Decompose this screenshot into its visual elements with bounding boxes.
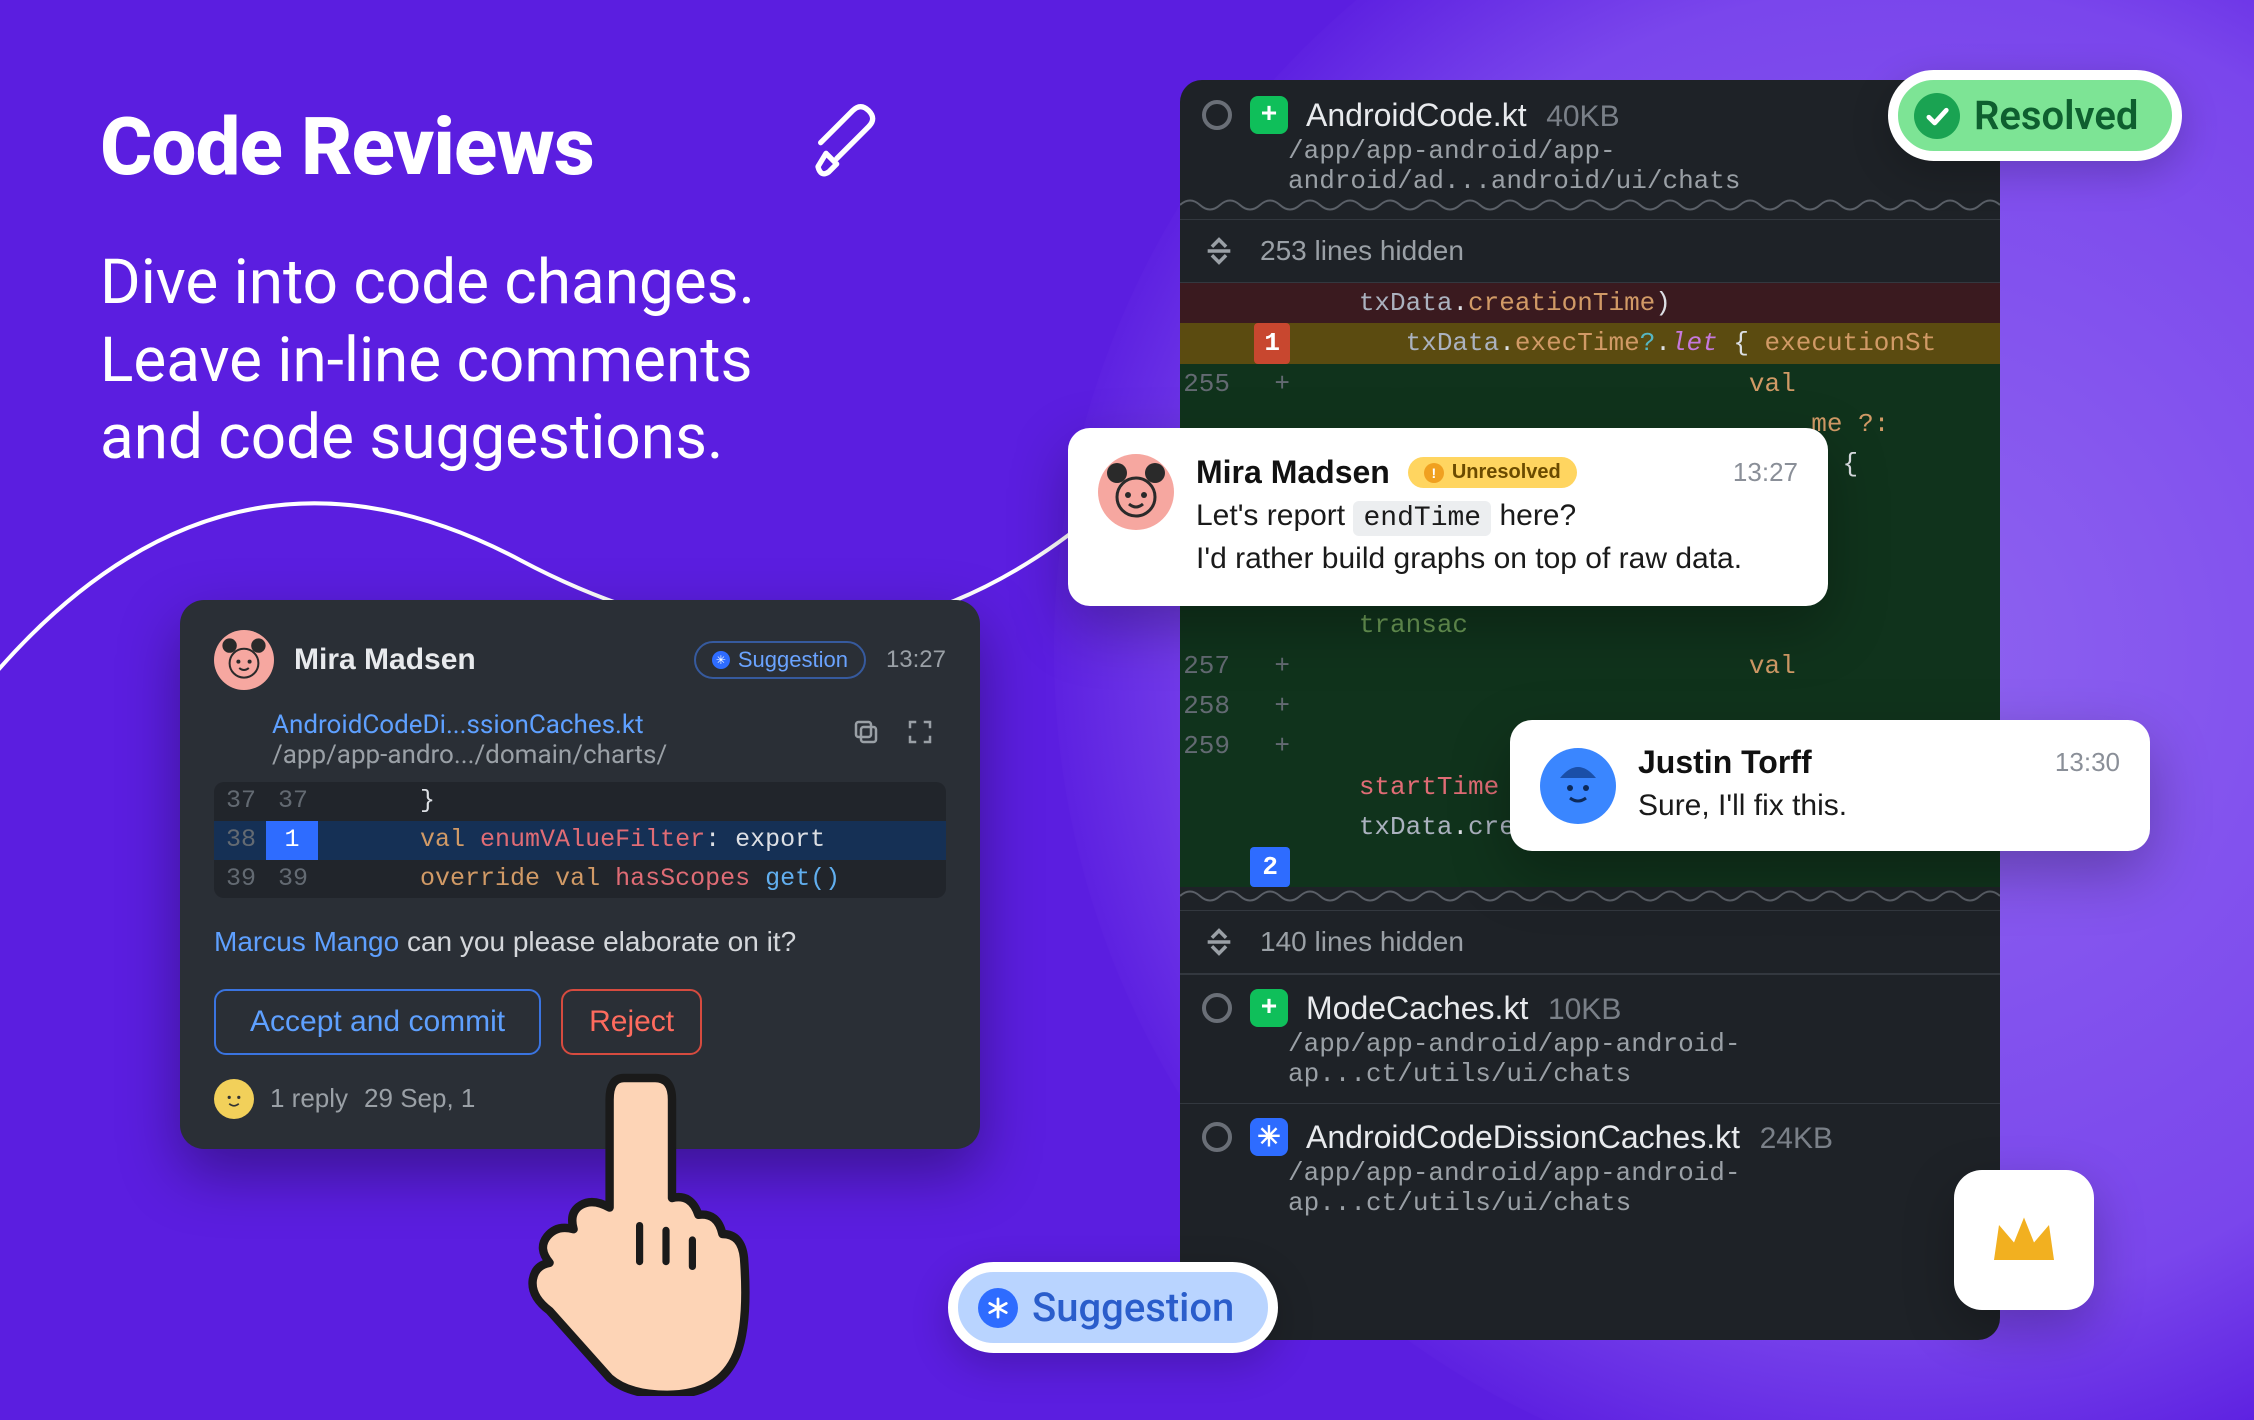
comment-author: Justin Torff (1638, 744, 1812, 781)
stamp-icon (810, 100, 890, 180)
hero-title: Code Reviews (100, 100, 755, 194)
accept-commit-button[interactable]: Accept and commit (214, 989, 541, 1055)
avatar-mira[interactable] (1098, 454, 1174, 530)
comment-bubble-justin[interactable]: Justin Torff 13:30 Sure, I'll fix this. (1510, 720, 2150, 851)
checkmark-icon (1914, 93, 1960, 139)
comment-bubble-mira[interactable]: Mira Madsen ! Unresolved 13:27 Let's rep… (1068, 428, 1828, 606)
file-status-added-icon: + (1250, 989, 1288, 1027)
comment-author: Mira Madsen (1196, 454, 1390, 491)
file-name: ModeCaches.kt (1306, 990, 1528, 1026)
hero-subtitle: Dive into code changes. Leave in-line co… (100, 244, 755, 477)
reply-count: 1 reply (270, 1083, 348, 1114)
copy-icon[interactable] (844, 710, 888, 754)
suggestion-code-block: 3737 } 381 val enumVAlueFilter: export 3… (214, 782, 946, 898)
user-mention[interactable]: Marcus Mango (214, 926, 399, 957)
hero-block: Code Reviews Dive into code changes. Lea… (100, 100, 755, 477)
line-change-marker: 1 (266, 821, 318, 860)
avatar-mira[interactable] (214, 630, 274, 690)
fold-label: 140 lines hidden (1260, 926, 1464, 958)
fold-label: 253 lines hidden (1260, 235, 1464, 267)
comment-body: Marcus Mango can you please elaborate on… (214, 922, 946, 963)
file-radio-unchecked[interactable] (1202, 1122, 1232, 1152)
crown-icon (1984, 1200, 2064, 1280)
hero-subtitle-line: and code suggestions. (100, 399, 755, 477)
crown-badge-card (1954, 1170, 2094, 1310)
file-name: AndroidCodeDissionCaches.kt (1306, 1119, 1740, 1155)
file-header-row[interactable]: + AndroidCode.kt 40KB (1180, 80, 2000, 136)
comment-body: Let's report endTime here? I'd rather bu… (1196, 495, 1798, 580)
avatar-face-icon (1548, 756, 1608, 816)
file-radio-unchecked[interactable] (1202, 993, 1232, 1023)
code-line-added[interactable]: 2 (1180, 847, 2000, 887)
suggestion-file-name[interactable]: AndroidCodeDi...ssionCaches.kt (272, 710, 667, 740)
pointing-hand-icon (510, 1060, 750, 1396)
file-path: /app/app-android/app-android/ad...androi… (1180, 136, 2000, 196)
suggestion-file-path: /app/app-andro.../domain/charts/ (272, 740, 667, 770)
resolved-label: Resolved (1974, 92, 2138, 139)
suggestion-pill: Suggestion (948, 1262, 1278, 1353)
file-status-modified-icon: ✳ (1250, 1118, 1288, 1156)
unresolved-badge: ! Unresolved (1408, 457, 1577, 488)
inline-comment-marker[interactable]: 2 (1250, 847, 1290, 887)
comment-time: 13:30 (2055, 747, 2120, 778)
code-line-removed[interactable]: txData.creationTime) (1180, 283, 2000, 323)
expand-fold-icon (1202, 925, 1236, 959)
expand-icon[interactable] (898, 710, 942, 754)
avatar-face-icon (220, 636, 268, 684)
comment-time: 13:27 (886, 646, 946, 674)
code-line-added[interactable]: transac (1180, 605, 2000, 645)
file-size: 40KB (1546, 100, 1619, 133)
file-status-added-icon: + (1250, 96, 1288, 134)
avatar-face-icon (1106, 462, 1166, 522)
avatar-small (214, 1079, 254, 1119)
inline-comment-marker[interactable]: 1 (1254, 323, 1290, 363)
wavy-divider (1180, 196, 2000, 214)
file-path: /app/app-android/app-android-ap...ct/uti… (1180, 1029, 2000, 1103)
code-fold-expand[interactable]: 253 lines hidden (1180, 219, 2000, 283)
comment-body: Sure, I'll fix this. (1638, 785, 2120, 827)
file-radio-unchecked[interactable] (1202, 100, 1232, 130)
asterisk-icon (978, 1288, 1018, 1328)
code-fold-expand[interactable]: 140 lines hidden (1180, 910, 2000, 974)
code-review-panel: + AndroidCode.kt 40KB /app/app-android/a… (1180, 80, 2000, 1340)
code-line-highlighted[interactable]: 1 txData.execTime?.let { executionSt (1180, 323, 2000, 363)
hero-subtitle-line: Dive into code changes. (100, 244, 755, 322)
suggestion-label: Suggestion (1032, 1284, 1234, 1331)
code-line-added[interactable]: 257+ val (1180, 646, 2000, 686)
file-name: AndroidCode.kt (1306, 97, 1527, 133)
reply-date: 29 Sep, 1 (364, 1083, 475, 1114)
inline-code: endTime (1353, 501, 1491, 536)
code-line-added[interactable]: 255+ val (1180, 364, 2000, 404)
file-header-row[interactable]: ✳ AndroidCodeDissionCaches.kt 24KB (1180, 1103, 2000, 1158)
file-size: 10KB (1548, 993, 1621, 1026)
reject-button[interactable]: Reject (561, 989, 702, 1055)
resolved-pill: Resolved (1888, 70, 2182, 161)
hero-subtitle-line: Leave in-line comments (100, 322, 755, 400)
comment-author: Mira Madsen (294, 643, 476, 677)
comment-time: 13:27 (1733, 457, 1798, 488)
avatar-justin[interactable] (1540, 748, 1616, 824)
file-path: /app/app-android/app-android-ap...ct/uti… (1180, 1158, 2000, 1232)
file-header-row[interactable]: + ModeCaches.kt 10KB (1180, 974, 2000, 1029)
file-size: 24KB (1760, 1122, 1833, 1155)
wavy-divider (1180, 887, 2000, 905)
expand-fold-icon (1202, 234, 1236, 268)
suggestion-badge: ✳ Suggestion (694, 641, 866, 679)
